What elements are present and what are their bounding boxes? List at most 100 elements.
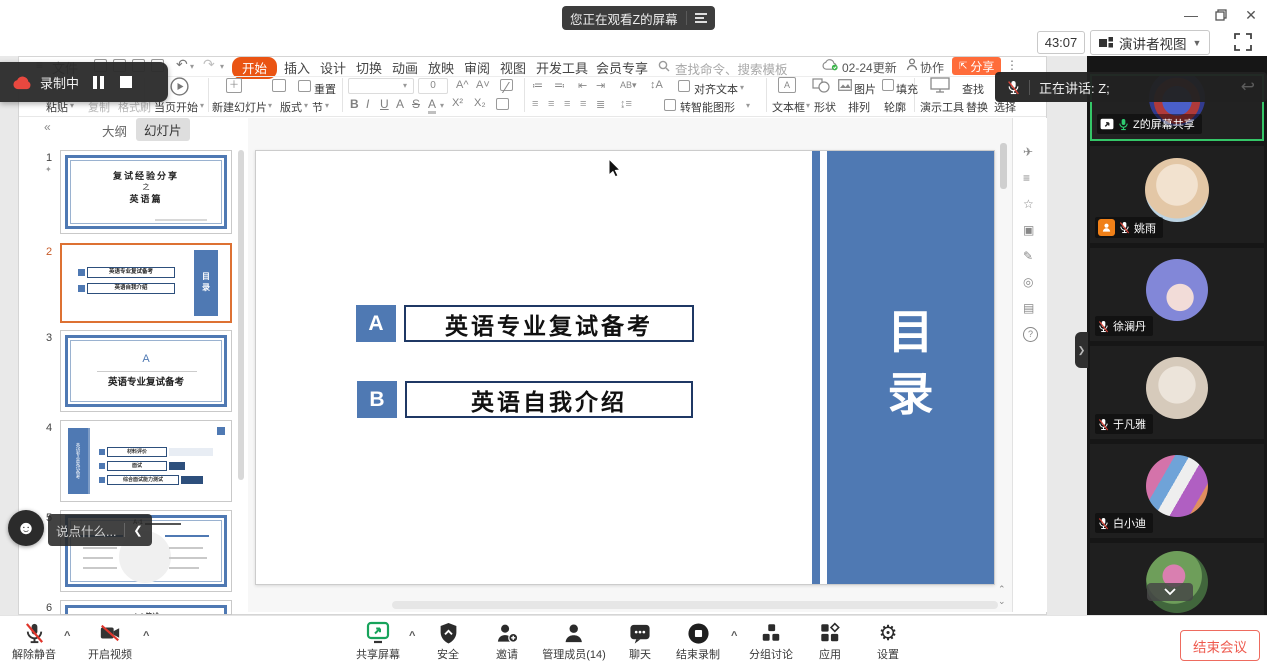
new-slide-button[interactable]: 新建幻灯片 bbox=[212, 99, 267, 115]
slide-thumb-4[interactable]: 英语专业复试备考 材料评价 面试 综合面试能力测试 bbox=[60, 420, 232, 502]
outline-button[interactable]: 轮廓 bbox=[884, 99, 906, 115]
subscript-button[interactable]: X₂ bbox=[474, 97, 486, 109]
slide[interactable]: 目 录 A 英语专业复试备考 B 英语自我介绍 bbox=[255, 150, 995, 585]
tab-review[interactable]: 审阅 bbox=[464, 58, 490, 77]
object-properties-icon[interactable]: ≡ bbox=[1023, 171, 1030, 185]
apps-button[interactable]: 应用 bbox=[819, 620, 841, 662]
resource-icon[interactable]: ◎ bbox=[1023, 275, 1033, 289]
canvas-vscrollbar[interactable] bbox=[1000, 143, 1007, 189]
smart-graphic-caret-icon[interactable]: ▾ bbox=[746, 101, 750, 110]
thumb-panel-scrollbar[interactable] bbox=[238, 150, 244, 480]
textbox-icon[interactable]: A bbox=[778, 77, 796, 93]
font-smaller-button[interactable]: A˅ bbox=[476, 79, 490, 91]
scroll-more-button[interactable] bbox=[1147, 583, 1193, 601]
tab-insert[interactable]: 插入 bbox=[284, 58, 310, 77]
video-options-chevron[interactable]: ^ bbox=[143, 630, 149, 642]
bold-button[interactable]: B bbox=[350, 97, 359, 111]
bullet-list-icon[interactable]: ≔ bbox=[532, 79, 543, 92]
indent-icon[interactable]: ⇥ bbox=[596, 79, 605, 92]
stop-record-icon-button[interactable] bbox=[120, 76, 132, 88]
textbox-button[interactable]: 文本框 bbox=[772, 99, 805, 115]
fill-button[interactable]: 填充 bbox=[896, 81, 918, 97]
text-effect-icon[interactable] bbox=[496, 98, 509, 110]
selection-pane-icon[interactable]: ▣ bbox=[1023, 223, 1034, 237]
play-current-icon[interactable] bbox=[170, 77, 189, 96]
chat-button[interactable]: 聊天 bbox=[629, 620, 652, 662]
tab-transition[interactable]: 切换 bbox=[356, 58, 382, 77]
settings-button[interactable]: ⚙ 设置 bbox=[877, 620, 899, 662]
unmute-options-chevron[interactable]: ^ bbox=[64, 630, 70, 642]
participant-tile[interactable] bbox=[1090, 543, 1264, 615]
outline-tab[interactable]: 大纲 bbox=[102, 121, 127, 140]
superscript-button[interactable]: X² bbox=[452, 97, 463, 109]
char-spacing-button[interactable]: A bbox=[396, 97, 404, 111]
unmute-button[interactable]: 解除静音 bbox=[12, 620, 56, 662]
start-video-button[interactable]: 开启视频 bbox=[88, 620, 132, 662]
ribbon-collapse-caret-icon[interactable]: ▾ bbox=[220, 62, 224, 71]
end-meeting-button[interactable]: 结束会议 bbox=[1180, 630, 1260, 661]
participant-tile[interactable]: 白小迪 bbox=[1090, 444, 1264, 538]
present-tools-icon[interactable] bbox=[930, 77, 950, 93]
textbox-caret-icon[interactable]: ▾ bbox=[806, 101, 810, 110]
banner-menu-icon[interactable] bbox=[695, 13, 707, 23]
align-text-icon[interactable] bbox=[678, 80, 690, 92]
close-button[interactable]: ✕ bbox=[1242, 6, 1260, 24]
present-tools-button[interactable]: 演示工具 bbox=[920, 99, 964, 115]
font-size-box[interactable]: 0 bbox=[418, 78, 448, 94]
next-slide-icon[interactable]: ⌄ bbox=[998, 596, 1006, 607]
manage-members-button[interactable]: 管理成员(14) bbox=[542, 620, 606, 662]
clear-format-icon[interactable]: ∕ bbox=[500, 79, 513, 91]
quick-chat-bar[interactable]: 说点什么... ❮ bbox=[48, 514, 152, 546]
canvas-hscrollbar[interactable] bbox=[392, 601, 998, 609]
participant-tile[interactable]: 徐澜丹 bbox=[1090, 248, 1264, 341]
pause-record-button[interactable] bbox=[93, 76, 104, 89]
reset-button[interactable]: 重置 bbox=[314, 81, 336, 97]
panel-collapse-icon[interactable]: « bbox=[44, 120, 51, 134]
quick-chat-input[interactable]: 说点什么... bbox=[56, 521, 116, 540]
reset-icon[interactable] bbox=[298, 80, 311, 92]
layout-button[interactable]: 版式 bbox=[280, 99, 302, 115]
reading-pane-icon[interactable]: ▤ bbox=[1023, 301, 1034, 315]
slide-thumb-3[interactable]: A 英语专业复试备考 bbox=[60, 330, 232, 412]
slide-thumb-2[interactable]: 目录 英语专业复试备考 英语自我介绍 bbox=[60, 243, 232, 323]
outdent-icon[interactable]: ⇤ bbox=[578, 79, 587, 92]
picture-button[interactable]: 图片 bbox=[854, 81, 876, 97]
align-center-icon[interactable]: ≡ bbox=[548, 98, 554, 110]
view-mode-button[interactable]: 演讲者视图 ▼ bbox=[1090, 30, 1210, 55]
slides-tab[interactable]: 幻灯片 bbox=[136, 118, 190, 141]
invite-button[interactable]: 邀请 bbox=[495, 620, 519, 662]
replace-button[interactable]: 替换 bbox=[966, 99, 988, 115]
new-slide-caret-icon[interactable]: ▾ bbox=[268, 101, 272, 110]
shapes-icon[interactable] bbox=[812, 78, 830, 93]
record-options-chevron[interactable]: ^ bbox=[731, 630, 737, 642]
share-button[interactable]: ⇱ 分享 bbox=[952, 57, 1001, 75]
section-caret-icon[interactable]: ▾ bbox=[325, 101, 329, 110]
redo-icon[interactable]: ↷ bbox=[203, 56, 215, 73]
tab-slideshow[interactable]: 放映 bbox=[428, 58, 454, 77]
edit-chart-icon[interactable]: ✎ bbox=[1023, 249, 1033, 263]
undo-icon[interactable]: ↶ bbox=[176, 56, 188, 73]
kebab-menu-icon[interactable]: ⋮ bbox=[1006, 58, 1018, 72]
align-right-icon[interactable]: ≡ bbox=[564, 98, 570, 110]
font-color-button[interactable]: A bbox=[428, 97, 436, 114]
number-list-icon[interactable]: ≕ bbox=[554, 79, 565, 92]
tab-design[interactable]: 设计 bbox=[320, 58, 346, 77]
align-left-icon[interactable]: ≡ bbox=[532, 98, 538, 110]
align-text-caret-icon[interactable]: ▾ bbox=[740, 83, 744, 92]
chat-bar-collapse-icon[interactable]: ❮ bbox=[133, 524, 142, 537]
fill-icon[interactable] bbox=[882, 79, 894, 91]
undo-caret-icon[interactable]: ▾ bbox=[190, 62, 194, 71]
line-order-icon[interactable]: ↕A bbox=[650, 79, 663, 91]
underline-button[interactable]: U bbox=[380, 97, 389, 111]
update-label[interactable]: 02-24更新 bbox=[842, 59, 897, 76]
font-color-caret-icon[interactable]: ▾ bbox=[440, 101, 444, 110]
restore-button[interactable] bbox=[1212, 6, 1230, 24]
quick-effect-icon[interactable]: ✈ bbox=[1023, 145, 1033, 159]
security-button[interactable]: 安全 bbox=[437, 620, 459, 662]
play-current-caret-icon[interactable]: ▾ bbox=[200, 101, 204, 110]
share-options-chevron[interactable]: ^ bbox=[409, 630, 415, 642]
justify-icon[interactable]: ≡ bbox=[580, 98, 586, 110]
smart-graphic-button[interactable]: 转智能图形 bbox=[680, 99, 735, 115]
animation-pane-icon[interactable]: ☆ bbox=[1023, 197, 1034, 211]
slide-thumb-6[interactable]: A-2 笔试 bbox=[60, 600, 232, 615]
